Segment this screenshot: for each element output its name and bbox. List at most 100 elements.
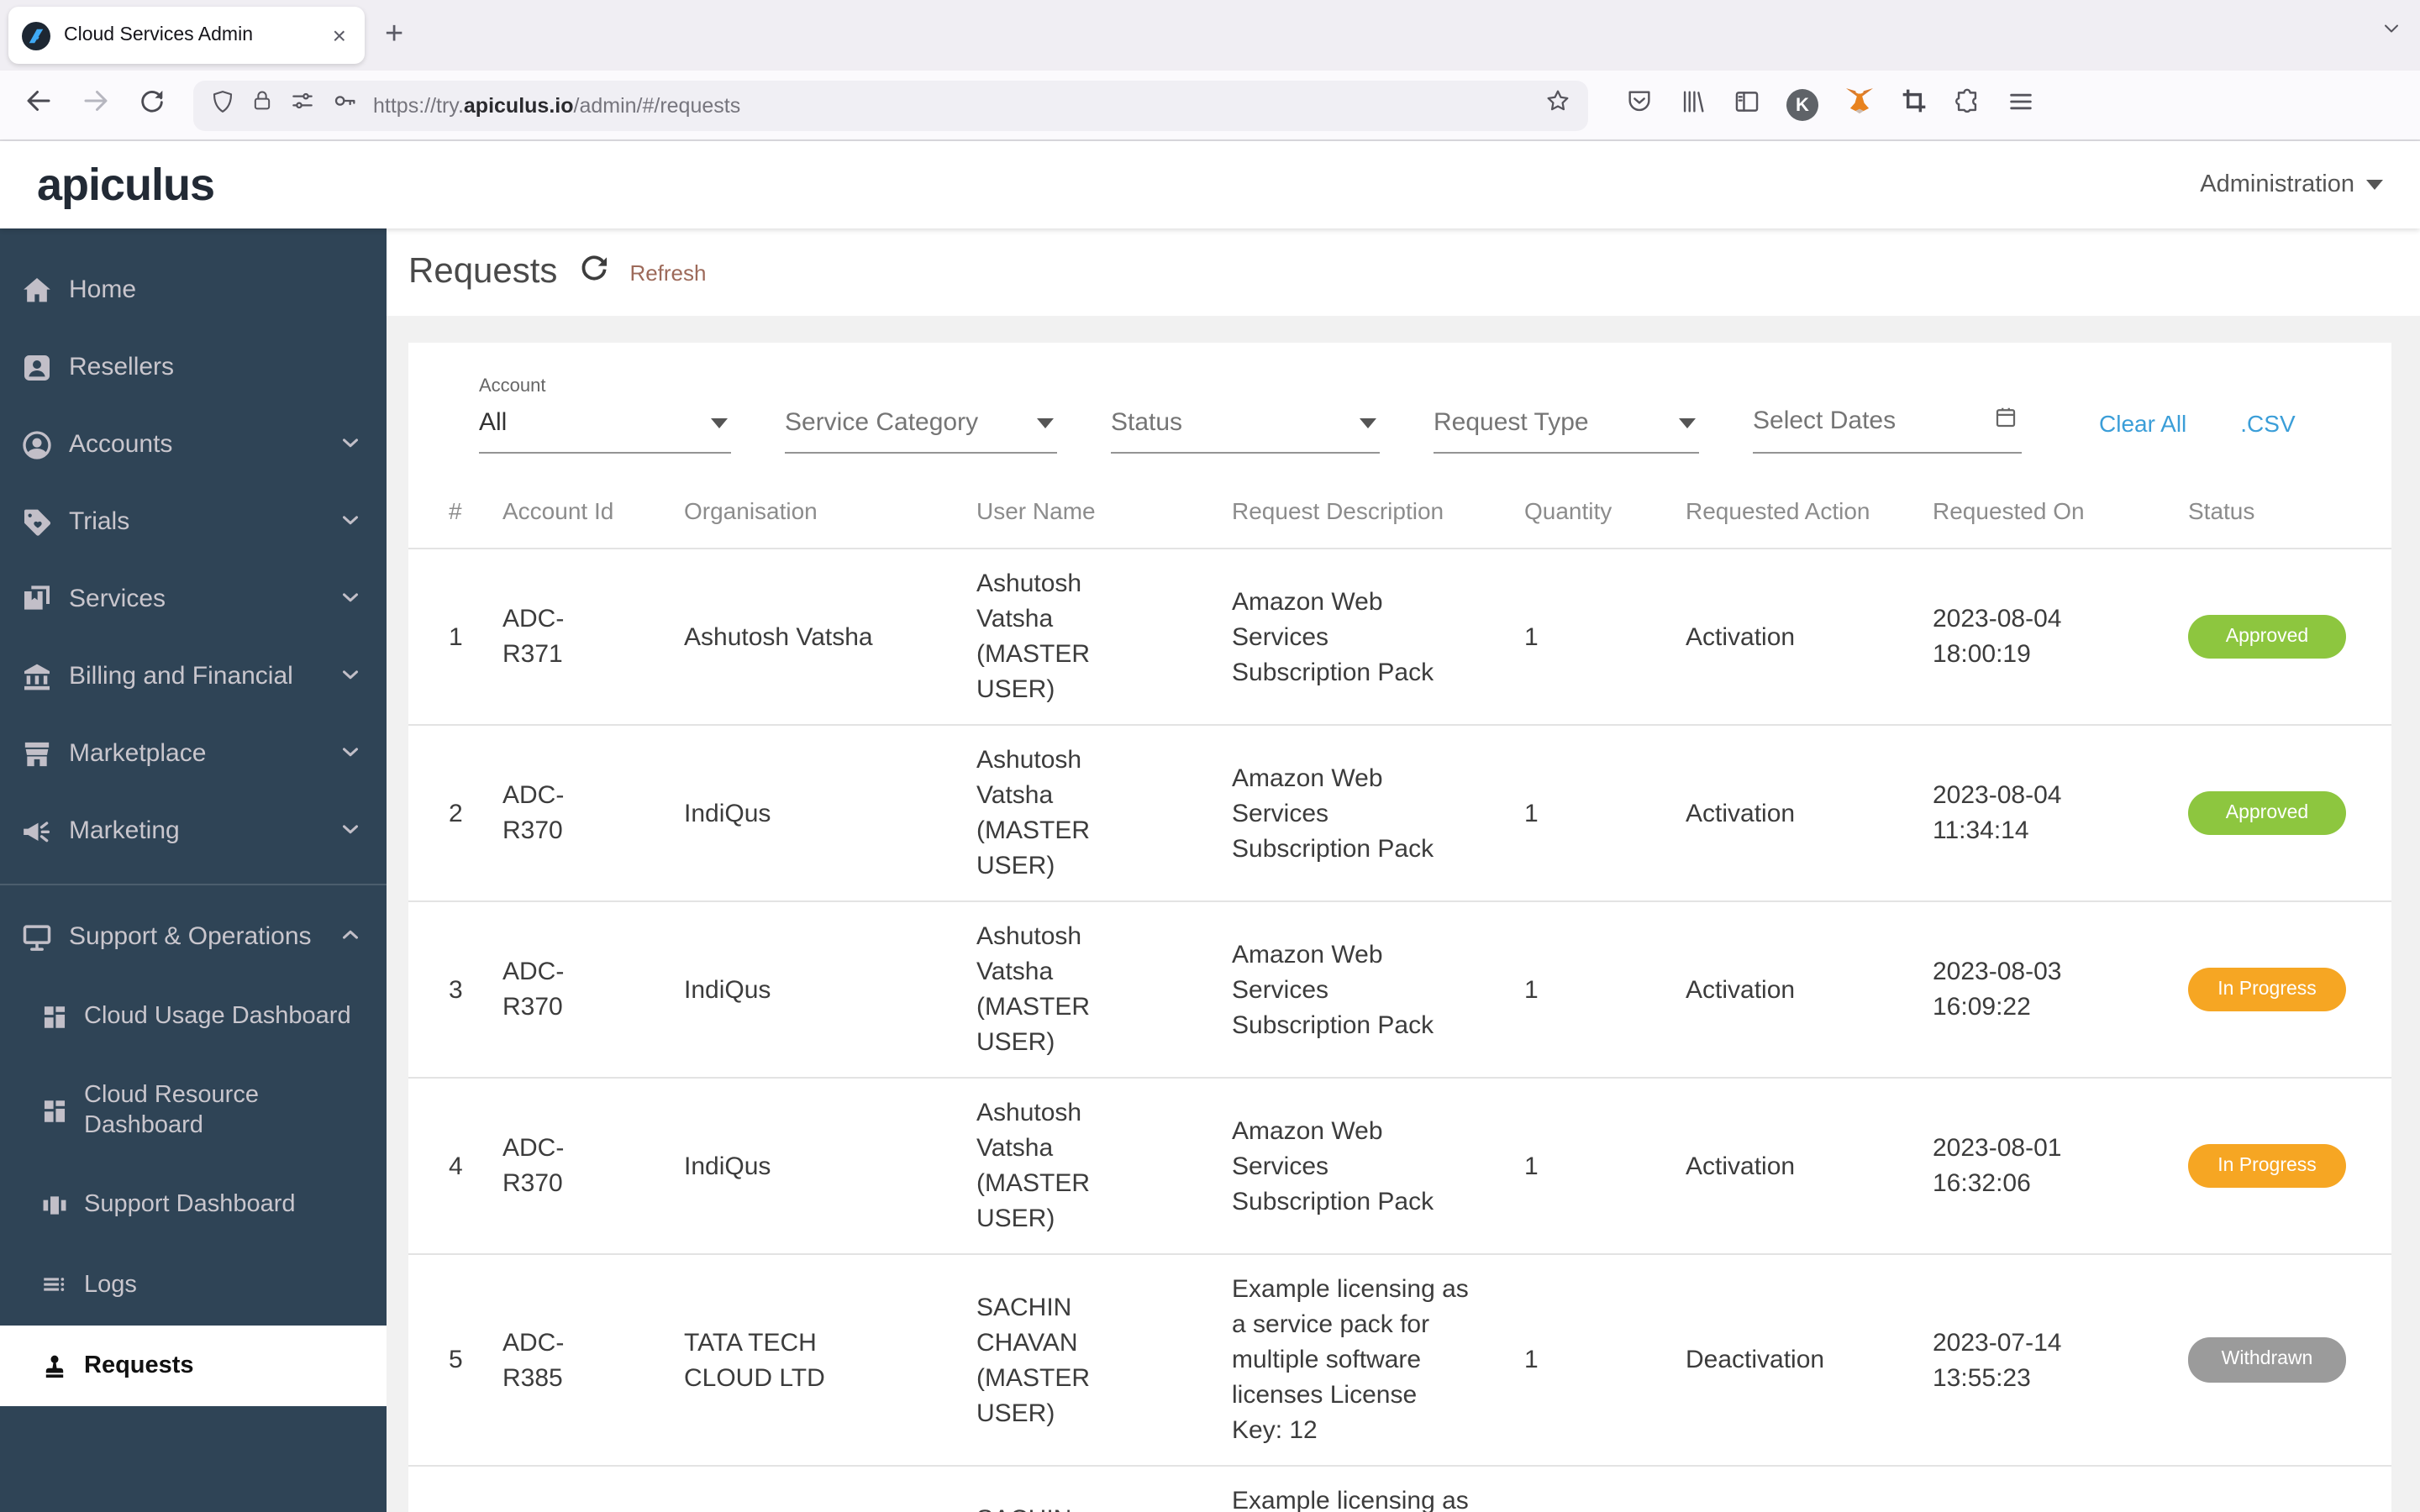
marketplace-icon	[20, 738, 54, 771]
chevron-down-icon	[2366, 180, 2383, 190]
cell-organisation: IndiQus	[684, 799, 771, 827]
sidebar-item-label: Marketing	[69, 816, 180, 845]
tab-close-icon[interactable]: ×	[328, 22, 351, 49]
service-category-filter-select[interactable]: Service Category	[785, 403, 1057, 454]
cell-user-name: Ashutosh Vatsha (MASTER USER)	[976, 570, 1090, 704]
cell-user-name: SACHIN CHAVAN (MASTER USER)	[976, 1501, 1165, 1512]
back-icon[interactable]	[24, 86, 54, 124]
sidebar-item-label: Marketplace	[69, 738, 207, 768]
k-profile-icon[interactable]: K	[1786, 89, 1818, 121]
sidebar-item-accounts[interactable]: Accounts	[0, 407, 387, 484]
browser-window: Cloud Services Admin × + https://try.api…	[0, 0, 2420, 1512]
sidebar-item-home[interactable]: Home	[0, 252, 387, 329]
new-tab-button[interactable]: +	[385, 17, 403, 54]
chevron-down-icon	[338, 738, 363, 770]
library-icon[interactable]	[1679, 87, 1707, 123]
table-header-row: # Account Id Organisation User Name Request …	[408, 477, 2391, 549]
table-row[interactable]: 3 ADC-R370 IndiQus Ashutosh Vatsha (MASTER …	[408, 901, 2391, 1078]
pocket-icon[interactable]	[1625, 87, 1654, 123]
clear-all-link[interactable]: Clear All	[2099, 410, 2186, 454]
cell-account-id: ADC-R370	[502, 781, 565, 845]
list-tabs-chevron-icon[interactable]	[2380, 17, 2403, 49]
column-header: Quantity	[1524, 497, 1612, 524]
browser-tab[interactable]: Cloud Services Admin ×	[8, 7, 365, 64]
main-content: Requests Refresh Account All Service Cat…	[387, 228, 2420, 1512]
screenshot-crop-icon[interactable]	[1901, 87, 1928, 123]
sidebar-item-cloud-resource-dashboard[interactable]: Cloud Resource Dashboard	[0, 1057, 387, 1164]
forward-icon[interactable]	[81, 86, 111, 124]
csv-export-link[interactable]: .CSV	[2240, 410, 2295, 454]
key-icon[interactable]	[331, 87, 358, 123]
chevron-up-icon	[338, 921, 363, 953]
lock-icon[interactable]	[250, 89, 274, 121]
cell-user-name: Ashutosh Vatsha (MASTER USER)	[976, 1099, 1090, 1233]
sidebar-item-cloud-usage-dashboard[interactable]: Cloud Usage Dashboard	[0, 976, 387, 1057]
sidebar-item-requests[interactable]: Requests	[0, 1326, 387, 1406]
status-badge: Withdrawn	[2188, 1337, 2346, 1383]
cell-description: Example licensing as a service pack for …	[1232, 1487, 1469, 1512]
cell-action: Deactivation	[1686, 1346, 1825, 1374]
cell-quantity: 1	[1524, 1346, 1539, 1374]
cell-action: Activation	[1686, 799, 1796, 827]
table-row[interactable]: 5 ADC-R385 TATA TECH CLOUD LTD SACHIN CHAVA…	[408, 1254, 2391, 1466]
administration-menu[interactable]: Administration	[2200, 171, 2383, 198]
cell-quantity: 1	[1524, 975, 1539, 1004]
account-filter-select[interactable]: All	[479, 403, 731, 454]
extensions-puzzle-icon[interactable]	[1953, 87, 1981, 123]
cell-account-id: ADC-R370	[502, 1134, 565, 1198]
sidebar-item-label: Cloud Usage Dashboard	[84, 1002, 351, 1030]
column-header: Account Id	[502, 497, 614, 524]
columns-icon	[40, 1190, 69, 1219]
status-badge: In Progress	[2188, 967, 2346, 1012]
apiculus-logo: APICULUS	[37, 159, 215, 209]
chevron-down-icon	[338, 584, 363, 616]
refresh-icon[interactable]	[577, 252, 609, 292]
sidebar-item-label: Trials	[69, 507, 130, 536]
sidebar-item-services[interactable]: Services	[0, 561, 387, 638]
dashboard-icon	[40, 1002, 69, 1031]
table-row[interactable]: 1 ADC-R371 Ashutosh Vatsha Ashutosh Vatsha …	[408, 549, 2391, 725]
sidebar-item-support-dashboard[interactable]: Support Dashboard	[0, 1164, 387, 1245]
chevron-down-icon	[1360, 417, 1376, 428]
sidebar-item-marketing[interactable]: Marketing	[0, 793, 387, 870]
cell-user-name: Ashutosh Vatsha (MASTER USER)	[976, 922, 1090, 1057]
sidebar: Home Resellers Accounts Trials Services Billi…	[0, 228, 387, 1512]
metamask-icon[interactable]	[1844, 85, 1876, 125]
sidebar-item-resellers[interactable]: Resellers	[0, 329, 387, 407]
trials-icon	[20, 506, 54, 539]
shield-icon[interactable]	[210, 88, 235, 122]
menu-hamburger-icon[interactable]	[2007, 87, 2035, 123]
sidebar-item-logs[interactable]: Logs	[0, 1245, 387, 1326]
url-text[interactable]: https://try.apiculus.io/admin/#/requests	[373, 93, 1529, 117]
table-row[interactable]: 2 ADC-R370 IndiQus Ashutosh Vatsha (MASTER …	[408, 725, 2391, 901]
chevron-down-icon	[338, 429, 363, 461]
url-bar[interactable]: https://try.apiculus.io/admin/#/requests	[193, 80, 1588, 130]
status-filter-select[interactable]: Status	[1111, 403, 1380, 454]
bookmark-star-icon[interactable]	[1544, 87, 1571, 123]
chevron-down-icon	[338, 816, 363, 848]
chevron-down-icon	[711, 417, 728, 428]
cell-description: Example licensing as a service pack for …	[1232, 1275, 1469, 1445]
sidebar-item-label: Support & Operations	[69, 921, 312, 951]
table-row[interactable]: 6ADC-R385TATA TECH CLOUD LTDSACHIN CHAVA…	[408, 1466, 2391, 1512]
table-row[interactable]: 4 ADC-R370 IndiQus Ashutosh Vatsha (MASTER …	[408, 1078, 2391, 1254]
permissions-icon[interactable]	[289, 87, 316, 123]
browser-toolbar: https://try.apiculus.io/admin/#/requests…	[0, 71, 2420, 141]
sidebar-item-marketplace[interactable]: Marketplace	[0, 716, 387, 793]
request-type-filter-select[interactable]: Request Type	[1434, 403, 1699, 454]
account-filter-label: Account	[479, 376, 546, 396]
sidebar-item-trials[interactable]: Trials	[0, 484, 387, 561]
select-dates-input[interactable]: Select Dates	[1753, 400, 2022, 454]
sidebar-toggle-icon[interactable]	[1733, 87, 1761, 123]
stamp-icon	[40, 1352, 69, 1380]
sidebar-item-support-operations[interactable]: Support & Operations	[0, 899, 387, 976]
cell-action: Activation	[1686, 975, 1796, 1004]
sidebar-item-billing[interactable]: Billing and Financial	[0, 638, 387, 716]
column-header: User Name	[976, 497, 1096, 524]
sidebar-divider	[0, 884, 387, 885]
refresh-button[interactable]: Refresh	[629, 260, 706, 285]
reload-icon[interactable]	[138, 87, 166, 123]
cell-organisation: IndiQus	[684, 1152, 771, 1180]
cell-user-name: Ashutosh Vatsha (MASTER USER)	[976, 746, 1090, 880]
sidebar-item-label: Support Dashboard	[84, 1190, 296, 1218]
